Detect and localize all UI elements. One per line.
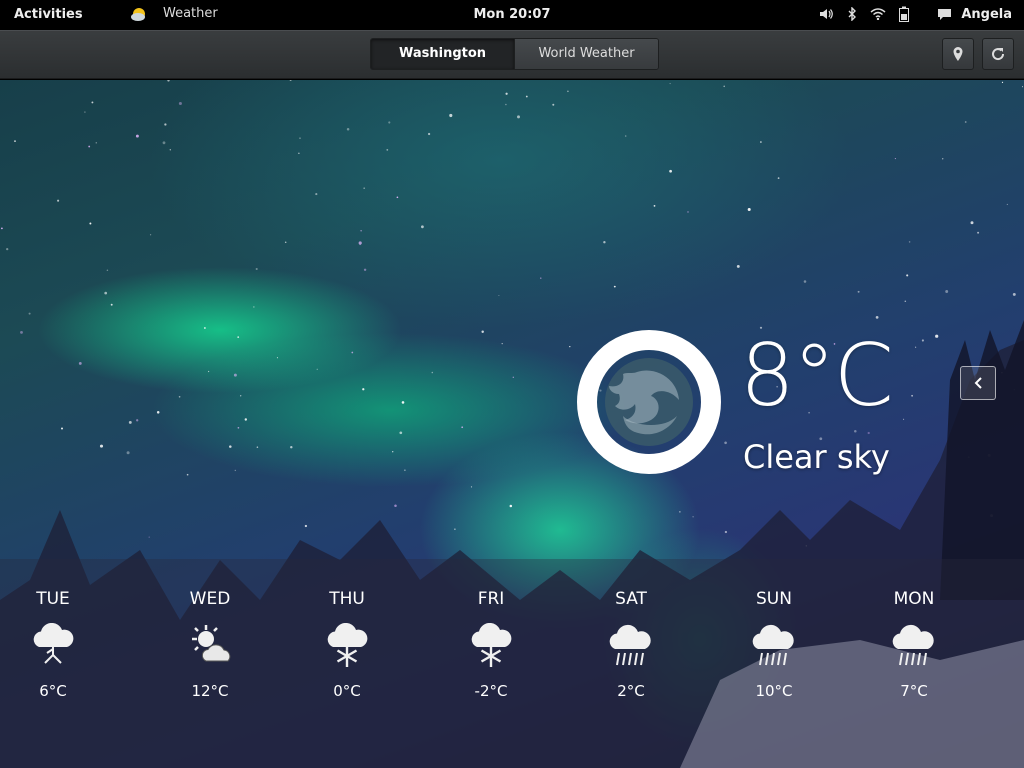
system-tray: Angela xyxy=(809,5,1012,23)
app-menu[interactable]: Weather xyxy=(163,6,218,21)
rain-icon xyxy=(892,624,934,666)
snow-icon xyxy=(327,623,368,667)
forecast-day-name: SAT xyxy=(615,589,647,609)
wifi-icon[interactable] xyxy=(869,5,887,23)
top-bar: Activities Weather Mon 20:07 Angela xyxy=(0,0,1024,30)
partly-cloudy-icon xyxy=(192,625,231,662)
snow-icon xyxy=(471,623,512,667)
rain-icon xyxy=(609,624,651,666)
forecast-day-name: WED xyxy=(189,589,231,609)
forecast-day-name: THU xyxy=(329,589,365,609)
forecast-strip: TUE 6°C WED 12°C THU 0°C FRI -2°C SAT 2°… xyxy=(0,559,1024,768)
next-button[interactable] xyxy=(960,366,996,400)
refresh-button[interactable] xyxy=(982,38,1014,70)
thunderstorm-icon xyxy=(33,623,74,664)
forecast-temp: 2°C xyxy=(617,682,645,700)
forecast-day-name: FRI xyxy=(477,589,505,609)
chevron-left-icon xyxy=(974,377,982,389)
forecast-temp: 12°C xyxy=(191,682,229,700)
forecast-temp: -2°C xyxy=(474,682,508,700)
forecast-day-name: SUN xyxy=(756,589,792,609)
current-temperature: 8°C xyxy=(740,326,894,426)
weather-app-icon[interactable] xyxy=(130,5,148,23)
tab-washington-dc[interactable]: Washington DC xyxy=(371,39,514,69)
activities-button[interactable]: Activities xyxy=(14,7,83,22)
current-weather-icon-ring xyxy=(577,330,721,474)
refresh-icon xyxy=(992,48,1005,61)
clear-night-icon xyxy=(605,358,693,446)
location-pin-icon xyxy=(953,47,963,61)
current-condition: Clear sky xyxy=(743,438,890,476)
location-button[interactable] xyxy=(942,38,974,70)
chat-icon[interactable] xyxy=(935,5,953,23)
forecast-day-name: TUE xyxy=(36,589,70,609)
forecast-day-name: MON xyxy=(893,589,935,609)
forecast-temp: 10°C xyxy=(755,682,793,700)
volume-icon[interactable] xyxy=(817,5,835,23)
weather-view: 8°C Clear sky TUE 6°C WED 12°C THU 0°C F… xyxy=(0,80,1024,768)
battery-icon[interactable] xyxy=(895,5,913,23)
forecast-temp: 7°C xyxy=(900,682,928,700)
bluetooth-icon[interactable] xyxy=(843,5,861,23)
header-bar: Washington DC World Weather xyxy=(0,30,1024,79)
rain-icon xyxy=(752,624,794,666)
location-switcher: Washington DC World Weather xyxy=(370,38,659,70)
tab-world-weather[interactable]: World Weather xyxy=(514,39,658,69)
forecast-temp: 0°C xyxy=(333,682,361,700)
user-menu[interactable]: Angela xyxy=(961,7,1012,22)
clock[interactable]: Mon 20:07 xyxy=(473,7,550,22)
forecast-temp: 6°C xyxy=(39,682,67,700)
